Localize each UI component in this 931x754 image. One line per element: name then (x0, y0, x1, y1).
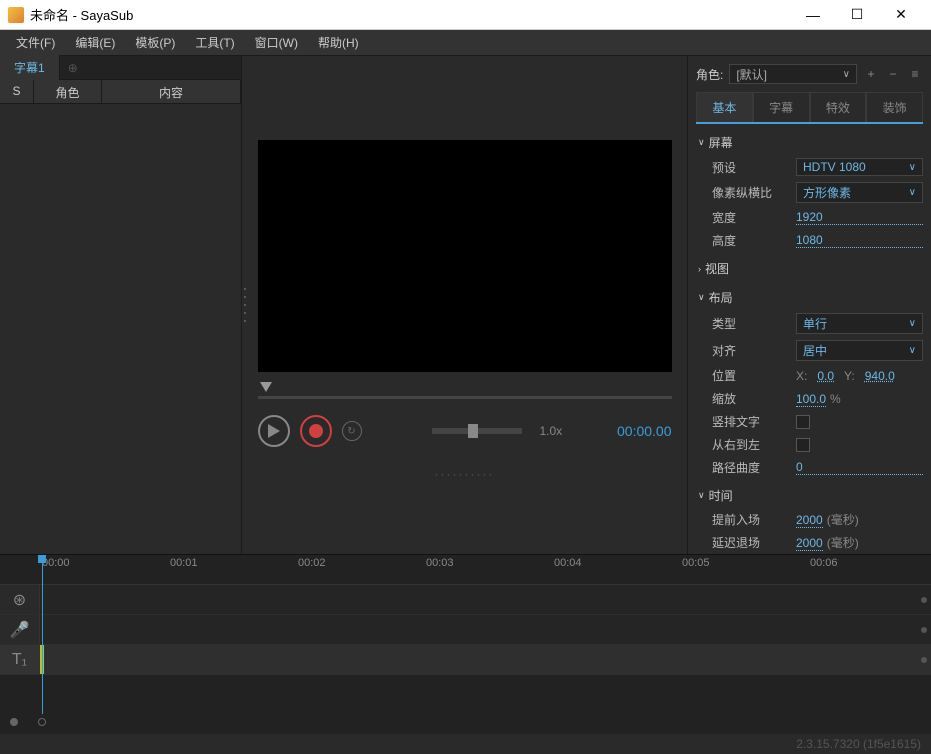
tick: 00:05 (682, 557, 710, 569)
align-dropdown[interactable]: 居中∨ (796, 340, 923, 361)
rtl-label: 从右到左 (712, 436, 796, 453)
window-titlebar: 未命名 - SayaSub — ☐ ✕ (0, 0, 931, 30)
version-label: 2.3.15.7320 (1f5e1615) (796, 737, 921, 751)
scale-label: 缩放 (712, 390, 796, 407)
section-layout[interactable]: ∨布局 (696, 285, 923, 310)
tab-decoration[interactable]: 装饰 (866, 92, 923, 122)
play-button[interactable] (258, 415, 290, 447)
track-text[interactable]: T₁ (0, 645, 931, 675)
speed-label: 1.0x (540, 424, 563, 438)
menu-role-button[interactable]: ≡ (907, 66, 923, 82)
timecode[interactable]: 00:00.00 (617, 423, 672, 439)
subtitle-list-header: S 角色 内容 (0, 80, 241, 104)
menu-file[interactable]: 文件(F) (6, 30, 65, 55)
vertical-checkbox[interactable] (796, 415, 810, 429)
window-title: 未命名 - SayaSub (30, 5, 791, 24)
role-label: 角色: (696, 66, 723, 83)
par-label: 像素纵横比 (712, 184, 796, 201)
panel-grip-left[interactable] (242, 285, 248, 325)
timeline-ruler[interactable]: 00:00 00:01 00:02 00:03 00:04 00:05 00:0… (0, 555, 931, 585)
menubar: 文件(F) 编辑(E) 模板(P) 工具(T) 窗口(W) 帮助(H) (0, 30, 931, 56)
track-audio[interactable]: 🎤 (0, 615, 931, 645)
tick: 00:01 (170, 557, 198, 569)
statusbar: 2.3.15.7320 (1f5e1615) (0, 734, 931, 754)
track-video-icon[interactable]: ⊛ (0, 585, 40, 614)
subtitle-list-panel: 字幕1 ⊕ S 角色 内容 (0, 56, 242, 554)
menu-template[interactable]: 模板(P) (125, 30, 185, 55)
width-label: 宽度 (712, 209, 796, 226)
timeline-nav-marker[interactable] (38, 718, 46, 726)
tick: 00:06 (810, 557, 838, 569)
playhead[interactable] (42, 555, 43, 714)
col-s[interactable]: S (0, 80, 34, 103)
app-icon (8, 7, 24, 23)
scale-value[interactable]: 100.0% (796, 392, 841, 406)
lead-out-value[interactable]: 2000(毫秒) (796, 534, 859, 551)
curve-label: 路径曲度 (712, 459, 796, 476)
menu-help[interactable]: 帮助(H) (308, 30, 369, 55)
section-view[interactable]: ›视图 (696, 256, 923, 281)
height-label: 高度 (712, 232, 796, 249)
col-content[interactable]: 内容 (102, 80, 241, 103)
preview-panel: ↻ 1.0x 00:00.00 ·········· (242, 56, 687, 554)
track-mic-icon[interactable]: 🎤 (0, 615, 40, 644)
timeline-footer (0, 710, 931, 734)
menu-tools[interactable]: 工具(T) (185, 30, 244, 55)
tick: 00:04 (554, 557, 582, 569)
lead-in-value[interactable]: 2000(毫秒) (796, 511, 859, 528)
subtitle-tab-1[interactable]: 字幕1 (0, 55, 60, 80)
align-label: 对齐 (712, 342, 796, 359)
speed-slider[interactable] (432, 428, 522, 434)
par-dropdown[interactable]: 方形像素∨ (796, 182, 923, 203)
tick: 00:00 (42, 557, 70, 569)
col-role[interactable]: 角色 (34, 80, 102, 103)
width-value[interactable]: 1920 (796, 210, 923, 225)
menu-window[interactable]: 窗口(W) (245, 30, 308, 55)
role-dropdown[interactable]: [默认]∨ (729, 64, 857, 84)
close-button[interactable]: ✕ (879, 0, 923, 30)
rtl-checkbox[interactable] (796, 438, 810, 452)
tab-effects[interactable]: 特效 (810, 92, 867, 122)
maximize-button[interactable]: ☐ (835, 0, 879, 30)
add-tab-button[interactable]: ⊕ (60, 57, 86, 79)
record-button[interactable] (300, 415, 332, 447)
add-role-button[interactable]: + (863, 66, 879, 82)
section-time[interactable]: ∨时间 (696, 483, 923, 508)
preset-label: 预设 (712, 159, 796, 176)
preset-dropdown[interactable]: HDTV 1080∨ (796, 158, 923, 176)
panel-grip-bottom[interactable]: ·········· (435, 467, 495, 481)
loop-button[interactable]: ↻ (342, 421, 362, 441)
timeline-panel: 00:00 00:01 00:02 00:03 00:04 00:05 00:0… (0, 554, 931, 734)
tab-subtitle[interactable]: 字幕 (753, 92, 810, 122)
lead-in-label: 提前入场 (712, 511, 796, 528)
minimize-button[interactable]: — (791, 0, 835, 30)
seek-marker-icon[interactable] (260, 382, 272, 392)
track-text-icon[interactable]: T₁ (0, 645, 40, 674)
tab-basic[interactable]: 基本 (696, 92, 753, 122)
track-video[interactable]: ⊛ (0, 585, 931, 615)
type-dropdown[interactable]: 单行∨ (796, 313, 923, 334)
tick: 00:02 (298, 557, 326, 569)
seek-bar[interactable] (258, 396, 672, 399)
curve-value[interactable]: 0 (796, 460, 923, 475)
height-value[interactable]: 1080 (796, 233, 923, 248)
type-label: 类型 (712, 315, 796, 332)
properties-panel: 角色: [默认]∨ + − ≡ 基本 字幕 特效 装饰 ∨屏幕 预设 HDTV … (687, 56, 931, 554)
position-xy[interactable]: X:0.0 Y:940.0 (796, 369, 895, 383)
section-screen[interactable]: ∨屏幕 (696, 130, 923, 155)
menu-edit[interactable]: 编辑(E) (65, 30, 125, 55)
pos-label: 位置 (712, 367, 796, 384)
vertical-label: 竖排文字 (712, 413, 796, 430)
lead-out-label: 延迟退场 (712, 534, 796, 551)
tick: 00:03 (426, 557, 454, 569)
timeline-nav-start[interactable] (10, 718, 18, 726)
video-preview[interactable] (258, 140, 672, 372)
remove-role-button[interactable]: − (885, 66, 901, 82)
